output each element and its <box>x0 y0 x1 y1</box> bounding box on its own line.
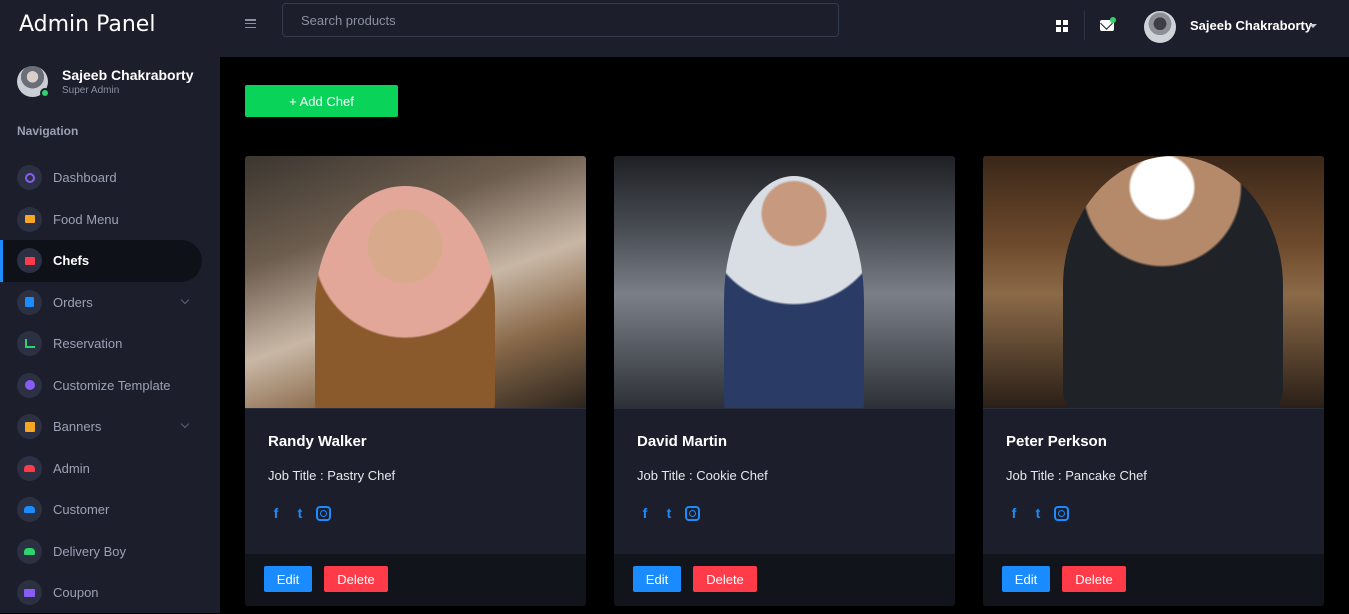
sidebar-item-label: Dashboard <box>53 170 117 186</box>
reservation-icon <box>17 331 42 357</box>
nav-heading: Navigation <box>17 124 79 138</box>
app-title: Admin Panel <box>19 12 156 37</box>
apps-grid-icon[interactable] <box>1056 20 1068 32</box>
sidebar-user-name: Sajeeb Chakraborty <box>62 67 194 83</box>
chevron-down-icon <box>180 419 190 429</box>
sidebar-item-label: Customize Template <box>53 377 171 393</box>
edit-button[interactable]: Edit <box>1002 566 1050 592</box>
search-input[interactable] <box>282 3 839 37</box>
chef-card: Randy Walker Job Title : Pastry Chef f t… <box>245 156 586 606</box>
twitter-icon[interactable]: t <box>1030 505 1046 521</box>
sidebar-item-reservation[interactable]: Reservation <box>0 323 220 365</box>
chef-job-title: Job Title : Pancake Chef <box>1006 468 1147 483</box>
chef-job-title: Job Title : Cookie Chef <box>637 468 768 483</box>
social-links: f t <box>268 505 563 521</box>
social-links: f t <box>637 505 932 521</box>
chef-name: David Martin <box>637 433 728 450</box>
avatar <box>17 66 50 98</box>
topbar: Sajeeb Chakraborty <box>220 0 1349 57</box>
card-actions: Edit Delete <box>614 554 955 606</box>
chevron-down-icon <box>180 295 190 304</box>
chefs-icon <box>17 248 42 274</box>
sidebar-item-label: Coupon <box>53 585 99 601</box>
gear-icon <box>17 372 42 398</box>
sidebar: Admin Panel Sajeeb Chakraborty Super Adm… <box>0 0 220 613</box>
twitter-icon[interactable]: t <box>292 505 308 521</box>
card-actions: Edit Delete <box>983 554 1324 606</box>
delete-button[interactable]: Delete <box>324 566 388 592</box>
sidebar-item-label: Orders <box>53 294 93 310</box>
food-menu-icon <box>17 206 42 232</box>
sidebar-item-coupon[interactable]: Coupon <box>0 572 220 614</box>
card-actions: Edit Delete <box>245 554 586 606</box>
facebook-icon[interactable]: f <box>1006 505 1022 521</box>
chef-photo <box>983 156 1324 409</box>
dashboard-icon <box>17 165 42 191</box>
sidebar-user[interactable]: Sajeeb Chakraborty Super Admin <box>17 66 194 98</box>
add-chef-button[interactable]: + Add Chef <box>245 85 398 117</box>
instagram-icon[interactable] <box>1054 505 1069 521</box>
coupon-icon <box>17 580 42 606</box>
edit-button[interactable]: Edit <box>264 566 312 592</box>
chef-name: Randy Walker <box>268 433 367 450</box>
sidebar-item-label: Customer <box>53 502 110 518</box>
chef-photo <box>245 156 586 409</box>
instagram-icon[interactable] <box>316 505 331 521</box>
edit-button[interactable]: Edit <box>633 566 681 592</box>
notification-dot <box>1110 17 1116 23</box>
delete-button[interactable]: Delete <box>693 566 757 592</box>
facebook-icon[interactable]: f <box>268 505 284 521</box>
delete-button[interactable]: Delete <box>1062 566 1126 592</box>
topbar-divider <box>1084 10 1085 40</box>
customer-icon <box>17 497 42 523</box>
sidebar-item-food-menu[interactable]: Food Menu <box>0 199 220 241</box>
sidebar-item-chefs[interactable]: Chefs <box>0 240 202 282</box>
menu-toggle-icon[interactable] <box>245 19 256 28</box>
sidebar-item-label: Admin <box>53 460 90 476</box>
sidebar-user-role: Super Admin <box>62 85 120 96</box>
delivery-boy-icon <box>17 538 42 564</box>
sidebar-item-delivery-boy[interactable]: Delivery Boy <box>0 531 220 573</box>
sidebar-item-customer[interactable]: Customer <box>0 489 220 531</box>
instagram-icon[interactable] <box>685 505 700 521</box>
topbar-avatar[interactable] <box>1144 11 1176 43</box>
admin-icon <box>17 455 42 481</box>
online-status-dot <box>40 88 50 98</box>
banners-icon <box>17 414 42 440</box>
social-links: f t <box>1006 505 1301 521</box>
facebook-icon[interactable]: f <box>637 505 653 521</box>
sidebar-item-orders[interactable]: Orders <box>0 282 220 324</box>
chef-card: David Martin Job Title : Cookie Chef f t… <box>614 156 955 606</box>
orders-icon <box>17 289 42 315</box>
chef-name: Peter Perkson <box>1006 433 1107 450</box>
sidebar-item-banners[interactable]: Banners <box>0 406 220 448</box>
sidebar-item-customize-template[interactable]: Customize Template <box>0 365 220 407</box>
chef-photo <box>614 156 955 409</box>
sidebar-nav: Dashboard Food Menu Chefs Orders Reserva… <box>0 157 220 614</box>
twitter-icon[interactable]: t <box>661 505 677 521</box>
chef-job-title: Job Title : Pastry Chef <box>268 468 396 483</box>
sidebar-item-admin[interactable]: Admin <box>0 448 220 490</box>
chef-card: Peter Perkson Job Title : Pancake Chef f… <box>983 156 1324 606</box>
sidebar-item-label: Reservation <box>53 336 123 352</box>
sidebar-item-dashboard[interactable]: Dashboard <box>0 157 220 199</box>
sidebar-item-label: Banners <box>53 419 102 435</box>
sidebar-item-label: Food Menu <box>53 211 119 227</box>
chevron-down-icon[interactable] <box>1309 24 1317 28</box>
sidebar-item-label: Delivery Boy <box>53 543 126 559</box>
topbar-user-name[interactable]: Sajeeb Chakraborty <box>1190 18 1312 33</box>
sidebar-item-label: Chefs <box>53 253 90 269</box>
